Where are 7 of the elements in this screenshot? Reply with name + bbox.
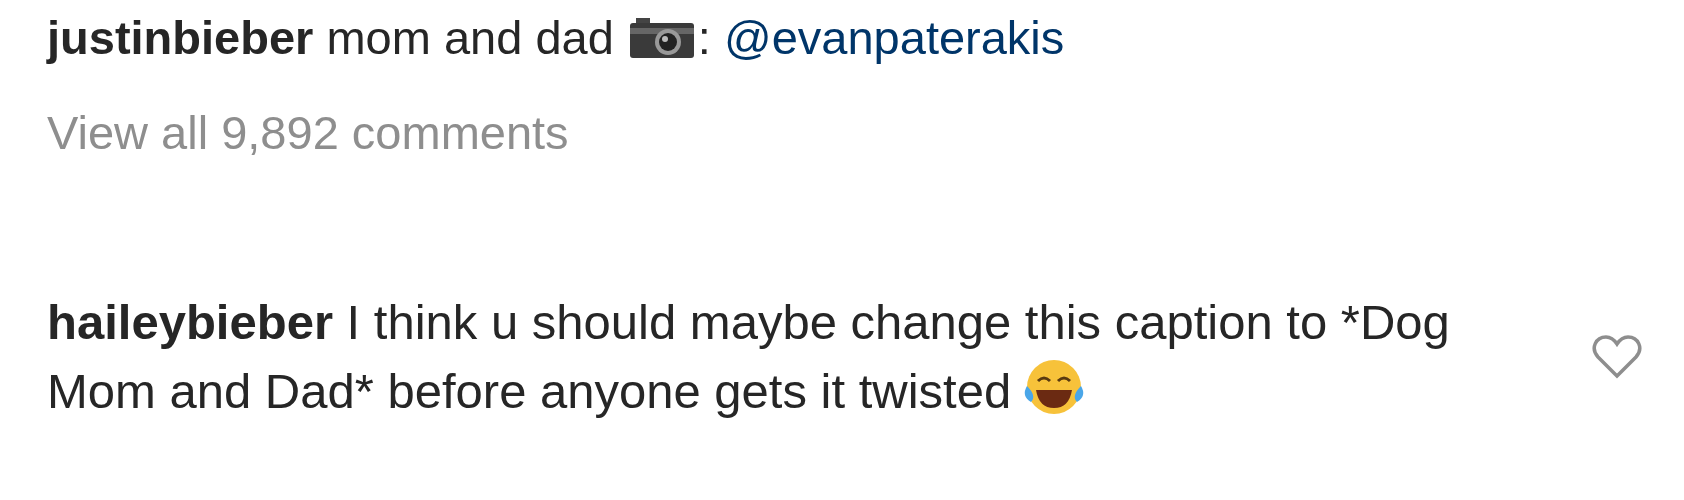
caption-text: mom and dad	[326, 11, 614, 64]
comment-text: haileybieber I think u should maybe change this caption to *Dog Mom and Dad* before anyone gets it twisted	[47, 294, 1451, 420]
username-link[interactable]: justinbieber	[47, 11, 314, 64]
mention-link[interactable]: @evanpaterakis	[723, 11, 1065, 64]
heart-icon[interactable]	[1592, 333, 1642, 380]
caption-separator: :	[697, 11, 711, 64]
camera-icon	[627, 16, 696, 60]
